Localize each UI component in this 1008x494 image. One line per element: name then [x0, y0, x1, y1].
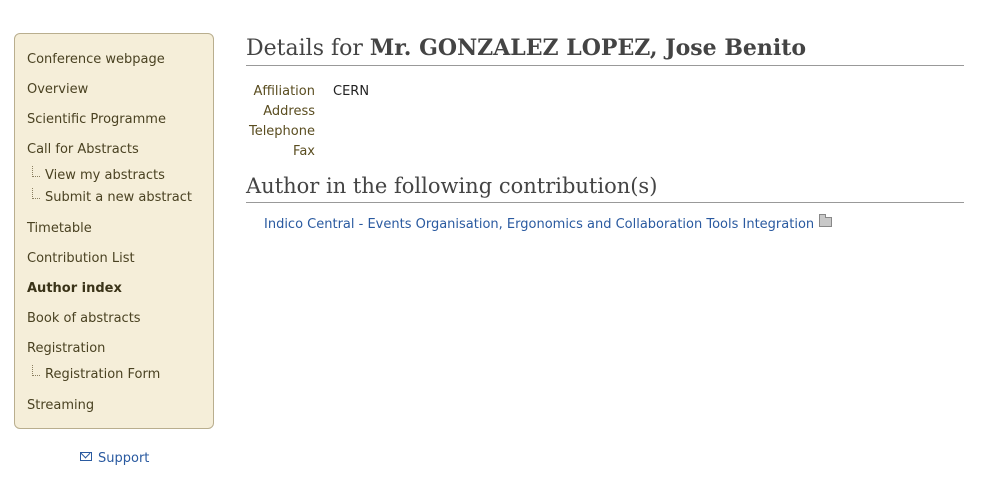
sidebar-subitem-registration-form[interactable]: Registration Form	[29, 365, 161, 382]
page-title: Details for Mr. GONZALEZ LOPEZ, Jose Ben…	[246, 35, 964, 66]
detail-value: CERN	[333, 84, 370, 99]
support-link[interactable]: Support	[80, 451, 149, 466]
detail-row-affiliation: Affiliation CERN	[246, 82, 369, 102]
sidebar-subitem-submit-abstract[interactable]: Submit a new abstract	[29, 188, 192, 205]
detail-label: Fax	[293, 144, 315, 159]
tree-connector-icon	[32, 166, 40, 177]
sidebar-item-streaming[interactable]: Streaming	[27, 398, 94, 413]
page-title-prefix: Details for	[246, 36, 370, 61]
detail-row-address: Address	[246, 102, 369, 122]
envelope-icon	[80, 452, 92, 461]
tree-connector-icon	[32, 188, 40, 199]
sidebar-item-timetable[interactable]: Timetable	[27, 221, 92, 236]
author-name: Mr. GONZALEZ LOPEZ, Jose Benito	[369, 35, 807, 61]
sidebar-item-overview[interactable]: Overview	[27, 82, 88, 97]
sidebar-item-author-index[interactable]: Author index	[27, 281, 122, 296]
sidebar-subitem-label: Submit a new abstract	[45, 190, 192, 205]
sidebar-subitem-label: View my abstracts	[45, 168, 165, 183]
sidebar-item-registration[interactable]: Registration	[27, 341, 105, 356]
contribution-title: Indico Central - Events Organisation, Er…	[264, 217, 815, 232]
contribution-link[interactable]: Indico Central - Events Organisation, Er…	[264, 214, 833, 232]
sidebar-item-call-for-abstracts[interactable]: Call for Abstracts	[27, 142, 139, 157]
folder-icon[interactable]	[819, 214, 833, 227]
detail-label: Affiliation	[253, 84, 315, 99]
sidebar-subitem-view-my-abstracts[interactable]: View my abstracts	[29, 166, 165, 183]
sidebar-item-contribution-list[interactable]: Contribution List	[27, 251, 135, 266]
sidebar-item-conference-webpage[interactable]: Conference webpage	[27, 52, 165, 67]
tree-connector-icon	[32, 365, 40, 376]
detail-label: Address	[263, 104, 315, 119]
detail-label: Telephone	[248, 124, 315, 139]
detail-row-fax: Fax	[246, 142, 369, 162]
sidebar-item-book-of-abstracts[interactable]: Book of abstracts	[27, 311, 141, 326]
sidebar-subitem-label: Registration Form	[45, 367, 161, 382]
detail-row-telephone: Telephone	[246, 122, 369, 142]
contributions-heading: Author in the following contribution(s)	[246, 174, 964, 203]
support-label: Support	[98, 451, 150, 466]
sidebar-menu: Conference webpage Overview Scientific P…	[14, 33, 214, 429]
author-details: Affiliation CERN Address Telephone Fax	[246, 82, 369, 162]
sidebar-item-scientific-programme[interactable]: Scientific Programme	[27, 112, 166, 127]
